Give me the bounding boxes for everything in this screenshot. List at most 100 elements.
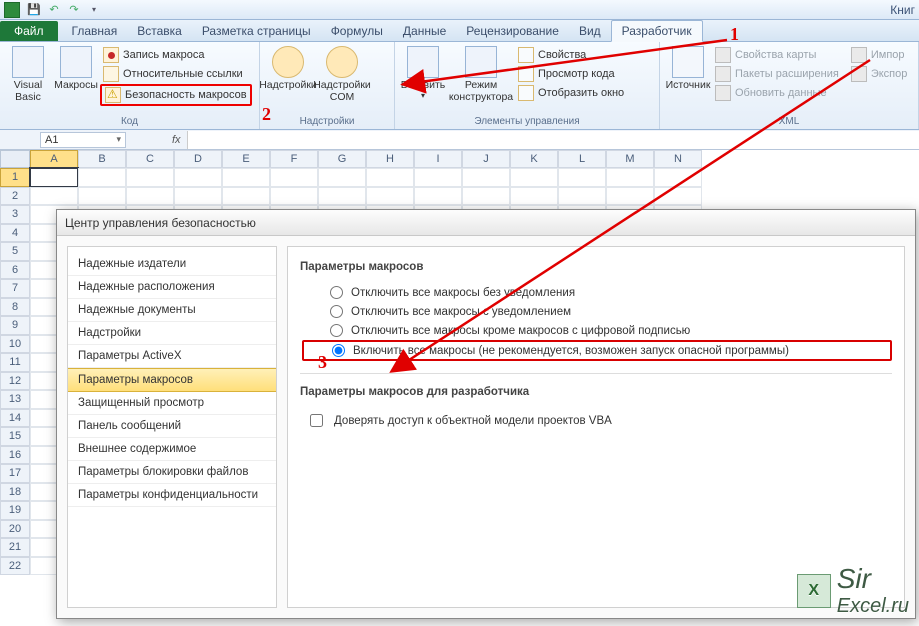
save-icon[interactable]: 💾 [26, 2, 42, 18]
row-header-17[interactable]: 17 [0, 464, 30, 483]
nav-item-2[interactable]: Надежные документы [68, 299, 276, 322]
col-header-D[interactable]: D [174, 150, 222, 168]
addins-button[interactable]: Надстройки [264, 44, 312, 94]
nav-item-9[interactable]: Параметры блокировки файлов [68, 461, 276, 484]
select-all-corner[interactable] [0, 150, 30, 168]
col-header-G[interactable]: G [318, 150, 366, 168]
cell-N1[interactable] [654, 168, 702, 187]
col-header-A[interactable]: A [30, 150, 78, 168]
nav-item-6[interactable]: Защищенный просмотр [68, 392, 276, 415]
cell-J2[interactable] [462, 187, 510, 206]
fx-icon[interactable]: fx [166, 134, 187, 146]
tab-home[interactable]: Главная [62, 21, 128, 41]
tab-developer[interactable]: Разработчик [611, 20, 703, 42]
com-addins-button[interactable]: Надстройки COM [312, 44, 372, 105]
cell-L2[interactable] [558, 187, 606, 206]
row-header-8[interactable]: 8 [0, 298, 30, 317]
row-header-20[interactable]: 20 [0, 520, 30, 539]
qat-dropdown-icon[interactable]: ▾ [86, 2, 102, 18]
col-header-L[interactable]: L [558, 150, 606, 168]
cell-D1[interactable] [174, 168, 222, 187]
cell-F1[interactable] [270, 168, 318, 187]
col-header-I[interactable]: I [414, 150, 462, 168]
macros-button[interactable]: Макросы [52, 44, 100, 94]
nav-item-10[interactable]: Параметры конфиденциальности [68, 484, 276, 507]
row-header-3[interactable]: 3 [0, 205, 30, 224]
source-button[interactable]: Источник [664, 44, 712, 94]
tab-page-layout[interactable]: Разметка страницы [192, 21, 321, 41]
col-header-H[interactable]: H [366, 150, 414, 168]
macro-radio-input-2[interactable] [330, 324, 343, 337]
col-header-J[interactable]: J [462, 150, 510, 168]
cell-K2[interactable] [510, 187, 558, 206]
cell-B2[interactable] [78, 187, 126, 206]
row-header-21[interactable]: 21 [0, 538, 30, 557]
row-header-9[interactable]: 9 [0, 316, 30, 335]
nav-item-0[interactable]: Надежные издатели [68, 253, 276, 276]
macro-security-button[interactable]: Безопасность макросов [100, 84, 252, 106]
visual-basic-button[interactable]: Visual Basic [4, 44, 52, 105]
row-header-22[interactable]: 22 [0, 557, 30, 576]
macro-radio-1[interactable]: Отключить все макросы с уведомлением [300, 302, 892, 321]
cell-M1[interactable] [606, 168, 654, 187]
redo-icon[interactable]: ↷ [66, 2, 82, 18]
col-header-M[interactable]: M [606, 150, 654, 168]
nav-item-1[interactable]: Надежные расположения [68, 276, 276, 299]
nav-item-3[interactable]: Надстройки [68, 322, 276, 345]
col-header-B[interactable]: B [78, 150, 126, 168]
trust-vba-checkbox-row[interactable]: Доверять доступ к объектной модели проек… [300, 408, 892, 433]
insert-control-button[interactable]: Вставить ▾ [399, 44, 447, 102]
cell-J1[interactable] [462, 168, 510, 187]
cell-F2[interactable] [270, 187, 318, 206]
cell-K1[interactable] [510, 168, 558, 187]
row-header-11[interactable]: 11 [0, 353, 30, 372]
cell-G1[interactable] [318, 168, 366, 187]
relative-refs-button[interactable]: Относительные ссылки [100, 65, 252, 83]
row-header-4[interactable]: 4 [0, 224, 30, 243]
col-header-K[interactable]: K [510, 150, 558, 168]
macro-radio-input-3[interactable] [332, 344, 345, 357]
tab-review[interactable]: Рецензирование [456, 21, 569, 41]
cell-H1[interactable] [366, 168, 414, 187]
col-header-E[interactable]: E [222, 150, 270, 168]
macro-radio-3[interactable]: Включить все макросы (не рекомендуется, … [302, 340, 892, 361]
cell-I1[interactable] [414, 168, 462, 187]
cell-G2[interactable] [318, 187, 366, 206]
tab-formulas[interactable]: Формулы [321, 21, 393, 41]
row-header-7[interactable]: 7 [0, 279, 30, 298]
row-header-15[interactable]: 15 [0, 427, 30, 446]
properties-button[interactable]: Свойства [515, 46, 627, 64]
cell-A2[interactable] [30, 187, 78, 206]
row-header-5[interactable]: 5 [0, 242, 30, 261]
tab-file[interactable]: Файл [0, 21, 58, 41]
macro-radio-input-0[interactable] [330, 286, 343, 299]
cell-N2[interactable] [654, 187, 702, 206]
cell-C2[interactable] [126, 187, 174, 206]
macro-radio-input-1[interactable] [330, 305, 343, 318]
row-header-6[interactable]: 6 [0, 261, 30, 280]
macro-radio-0[interactable]: Отключить все макросы без уведомления [300, 283, 892, 302]
cell-M2[interactable] [606, 187, 654, 206]
row-header-13[interactable]: 13 [0, 390, 30, 409]
tab-data[interactable]: Данные [393, 21, 456, 41]
row-header-16[interactable]: 16 [0, 446, 30, 465]
design-mode-button[interactable]: Режим конструктора [447, 44, 515, 105]
undo-icon[interactable]: ↶ [46, 2, 62, 18]
cell-A1[interactable] [30, 168, 78, 187]
cell-L1[interactable] [558, 168, 606, 187]
cell-I2[interactable] [414, 187, 462, 206]
trust-vba-checkbox[interactable] [310, 414, 323, 427]
formula-input[interactable] [187, 131, 919, 149]
cell-H2[interactable] [366, 187, 414, 206]
name-box[interactable]: A1 ▾ [40, 132, 126, 148]
record-macro-button[interactable]: Запись макроса [100, 46, 252, 64]
cell-B1[interactable] [78, 168, 126, 187]
cell-E2[interactable] [222, 187, 270, 206]
chevron-down-icon[interactable]: ▾ [116, 134, 121, 145]
row-header-2[interactable]: 2 [0, 187, 30, 206]
cell-C1[interactable] [126, 168, 174, 187]
nav-item-7[interactable]: Панель сообщений [68, 415, 276, 438]
row-header-19[interactable]: 19 [0, 501, 30, 520]
cell-D2[interactable] [174, 187, 222, 206]
view-code-button[interactable]: Просмотр кода [515, 65, 627, 83]
